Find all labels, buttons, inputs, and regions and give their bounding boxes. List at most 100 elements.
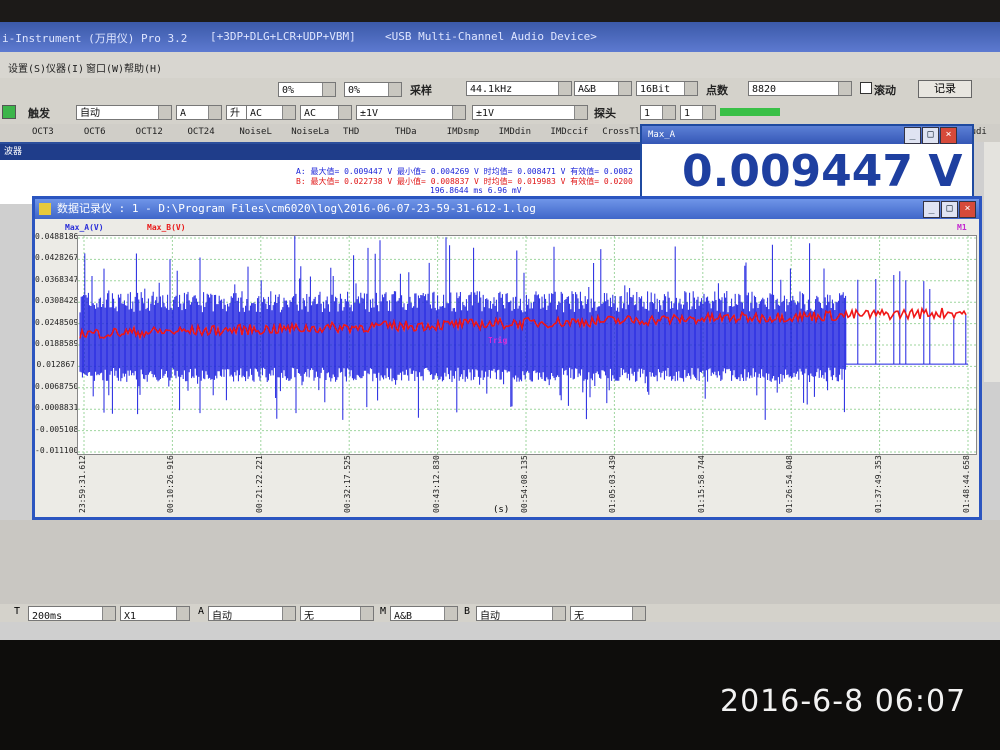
toolbar-acquisition: 0% 0% 采样 44.1kHz A&B 16Bit 点数 8820 滚动 记录 <box>0 78 1000 102</box>
chevron-down-icon <box>158 106 171 119</box>
trigger-channel-select[interactable]: A <box>176 105 222 120</box>
logger-title-bar: 数据记录仪 : 1 - D:\Program Files\cm6020\log\… <box>35 199 979 219</box>
chevron-down-icon <box>282 607 295 620</box>
coupling-a-select[interactable]: AC <box>246 105 296 120</box>
chevron-down-icon <box>444 607 457 620</box>
analysis-tab-imdccif[interactable]: IMDccif <box>550 127 588 137</box>
waveform-chart <box>78 231 976 454</box>
chevron-down-icon <box>552 607 565 620</box>
photo-timestamp: 2016-6-8 06:07 <box>720 684 967 719</box>
stepper-icon <box>322 83 335 96</box>
minimize-icon[interactable]: _ <box>923 201 940 218</box>
series-max-a-line <box>79 231 968 420</box>
trigger-marker: Trig <box>488 336 508 345</box>
menu-item-settings[interactable]: 设置(S) <box>8 60 46 75</box>
chevron-down-icon <box>574 106 587 119</box>
legend-max-a: Max_A(V) <box>65 223 104 232</box>
analysis-tab-noisela[interactable]: NoiseLa <box>291 127 329 137</box>
legend-max-b: Max_B(V) <box>147 223 186 232</box>
probe-a-select[interactable]: 1 <box>640 105 676 120</box>
y-tick-label: 0.0488186 <box>35 232 79 241</box>
level-meter <box>720 108 780 116</box>
trigger-mode-select[interactable]: 自动 <box>76 105 172 120</box>
x-tick-label: 01:37:49.353 <box>873 455 883 513</box>
sample-rate-select[interactable]: 44.1kHz <box>466 81 572 96</box>
zoom-select[interactable]: X1 <box>120 606 190 622</box>
analysis-tab-imddin[interactable]: IMDdin <box>499 127 532 137</box>
points-select[interactable]: 8820 <box>748 81 852 96</box>
scroll-label: 滚动 <box>874 84 896 97</box>
x-tick-label: 01:48:44.658 <box>962 455 971 513</box>
chevron-down-icon <box>282 106 295 119</box>
menu-item-window[interactable]: 窗口(W) <box>86 60 124 75</box>
x-tick-label: 00:43:12.830 <box>431 455 441 513</box>
data-logger-window: 数据记录仪 : 1 - D:\Program Files\cm6020\log\… <box>32 196 982 520</box>
chevron-down-icon <box>176 607 189 620</box>
logger-icon <box>39 203 51 215</box>
logger-title: 数据记录仪 : 1 - D:\Program Files\cm6020\log\… <box>57 202 536 215</box>
x-tick-label: 00:10:26.916 <box>166 455 176 513</box>
b-extra-select[interactable]: 无 <box>570 606 646 622</box>
maximize-icon[interactable]: □ <box>941 201 958 218</box>
y-tick-label: -0.00510877 <box>35 424 88 434</box>
chevron-down-icon <box>360 607 373 620</box>
oscilloscope-title: 波器 <box>0 144 644 160</box>
sample-label: 采样 <box>410 84 432 97</box>
x-tick-label: 00:32:17.525 <box>343 455 353 513</box>
menu-item-instrument[interactable]: 仪器(I) <box>46 60 84 75</box>
x-unit-label: (s) <box>493 505 510 515</box>
t-label: T <box>14 606 21 617</box>
analysis-tab-imdsmp[interactable]: IMDsmp <box>447 127 480 137</box>
analysis-tab-oct6[interactable]: OCT6 <box>84 127 106 137</box>
oscilloscope-window: 波器 A: 最大值= 0.009447 V 最小值= 0.004269 V 时均… <box>0 142 644 204</box>
m-select[interactable]: A&B <box>390 606 458 622</box>
stepper-icon <box>388 83 401 96</box>
chevron-down-icon <box>452 106 465 119</box>
right-edge-panel <box>984 142 1000 382</box>
bits-select[interactable]: 16Bit <box>636 81 698 96</box>
coupling-b-select[interactable]: AC <box>300 105 352 120</box>
app-title-bar: i-Instrument (万用仪) Pro 3.2 [+3DP+DLG+LCR… <box>0 22 1000 52</box>
y-tick-label: 0.0368347 <box>35 274 79 284</box>
x-tick-label: 23:59:31.612 <box>78 455 87 513</box>
probe-b-select[interactable]: 1 <box>680 105 716 120</box>
x-tick-label: 00:21:22.221 <box>254 455 264 513</box>
pct-b-field[interactable]: 0% <box>344 82 402 97</box>
chevron-down-icon <box>208 106 221 119</box>
analysis-tab-oct24[interactable]: OCT24 <box>188 127 215 137</box>
b-mode-select[interactable]: 自动 <box>476 606 566 622</box>
chevron-down-icon <box>558 82 571 95</box>
menu-item-help[interactable]: 帮助(H) <box>124 60 162 75</box>
chevron-down-icon <box>662 106 675 119</box>
a-mode-select[interactable]: 自动 <box>208 606 296 622</box>
scroll-checkbox[interactable] <box>860 82 872 94</box>
chevron-down-icon <box>102 607 115 620</box>
chevron-down-icon <box>618 82 631 95</box>
minimize-icon[interactable]: _ <box>904 127 921 144</box>
audio-device: <USB Multi-Channel Audio Device> <box>385 30 597 43</box>
y-tick-label: 0.0248509 <box>35 317 79 327</box>
y-tick-label: 0.0188589 <box>35 339 79 348</box>
a-label: A <box>198 606 205 617</box>
chart-icon[interactable] <box>2 105 16 119</box>
channel-select[interactable]: A&B <box>574 81 632 96</box>
record-button[interactable]: 记录 <box>918 80 972 98</box>
analysis-tab-thda[interactable]: THDa <box>395 127 417 137</box>
range-b-select[interactable]: ±1V <box>472 105 588 120</box>
pct-a-field[interactable]: 0% <box>278 82 336 97</box>
a-extra-select[interactable]: 无 <box>300 606 374 622</box>
analysis-tab-oct3[interactable]: OCT3 <box>32 127 54 137</box>
status-bar: T 200ms X1 A 自动 无 M A&B B 自动 无 <box>0 604 1000 622</box>
timebase-select[interactable]: 200ms <box>28 606 116 622</box>
maximize-icon[interactable]: □ <box>922 127 939 144</box>
close-icon[interactable]: × <box>959 201 976 218</box>
range-a-select[interactable]: ±1V <box>356 105 466 120</box>
close-icon[interactable]: × <box>940 127 957 144</box>
analysis-tab-oct12[interactable]: OCT12 <box>136 127 163 137</box>
y-tick-label: 0.00088316 <box>35 403 84 413</box>
b-label: B <box>464 606 471 617</box>
chevron-down-icon <box>684 82 697 95</box>
analysis-tab-noisel[interactable]: NoiseL <box>239 127 272 137</box>
analysis-tab-thd[interactable]: THD <box>343 127 359 137</box>
plot-area[interactable]: Trig <box>77 231 977 455</box>
